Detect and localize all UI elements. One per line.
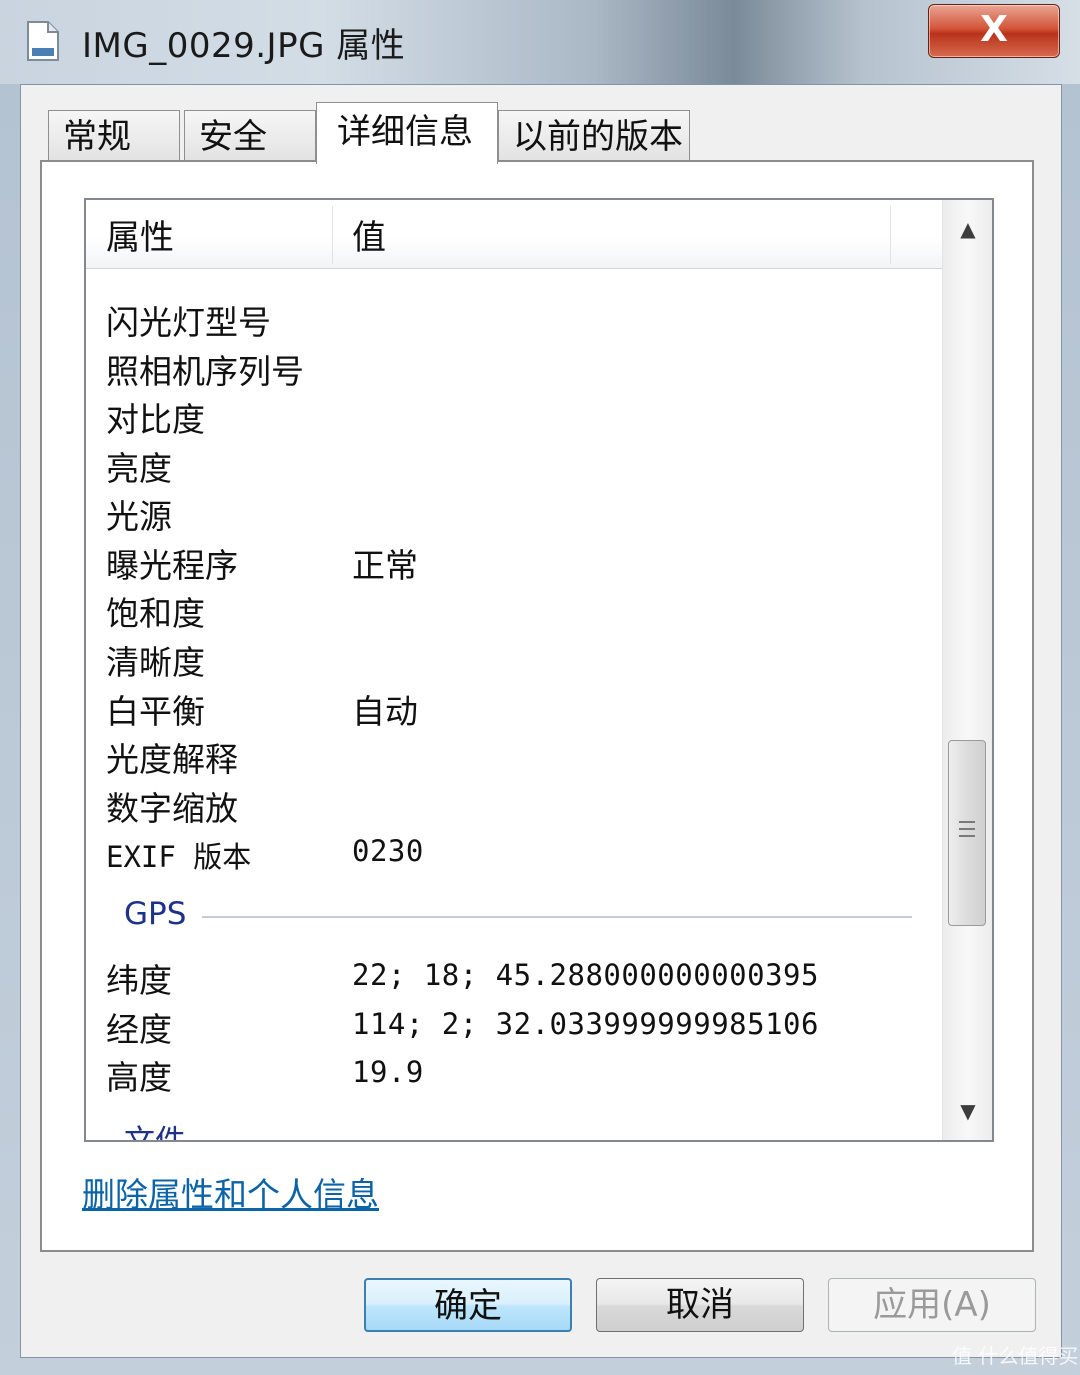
list-item[interactable]: 白平衡 自动 <box>86 685 942 731</box>
property-name: 白平衡 <box>106 692 205 731</box>
property-name: 闪光灯型号 <box>106 303 271 342</box>
properties-list[interactable]: 闪光灯制造商 闪光灯型号 照相机序列号 对比度 亮度 光源 <box>84 198 994 1142</box>
property-name: 数字缩放 <box>106 789 238 828</box>
properties-window: IMG_0029.JPG 属性 X 常规 安全 详细信息 以前的版本 闪光灯制造… <box>0 0 1080 1375</box>
group-divider <box>202 916 912 918</box>
property-name: EXIF 版本 <box>106 840 252 874</box>
property-name: 高度 <box>106 1058 172 1097</box>
grip-line <box>959 835 975 837</box>
list-item[interactable]: EXIF 版本 0230 <box>86 830 942 876</box>
watermark: 值 什么值得买 <box>952 1344 1079 1368</box>
list-item[interactable]: 饱和度 <box>86 587 942 633</box>
group-header-gps[interactable]: GPS <box>124 896 186 932</box>
list-item[interactable]: 光源 <box>86 490 942 536</box>
image-file-icon <box>27 21 59 61</box>
scroll-up-arrow-icon[interactable]: ▲ <box>943 204 992 254</box>
property-name: 亮度 <box>106 449 172 488</box>
remove-properties-link[interactable]: 删除属性和个人信息 <box>82 1168 379 1216</box>
property-name: 饱和度 <box>106 594 205 633</box>
property-value: 19.9 <box>352 1055 424 1089</box>
property-value: 0230 <box>352 834 424 868</box>
property-name: 对比度 <box>106 400 205 439</box>
property-name: 清晰度 <box>106 643 205 682</box>
property-name: 照相机序列号 <box>106 352 304 391</box>
apply-button[interactable]: 应用(A) <box>828 1278 1036 1332</box>
column-header-value[interactable]: 值 <box>332 200 890 268</box>
scroll-down-arrow-icon[interactable]: ▼ <box>943 1086 992 1136</box>
property-value: 114; 2; 32.033999999985106 <box>352 1007 819 1041</box>
column-divider[interactable] <box>890 206 891 264</box>
grip-line <box>959 828 975 830</box>
scrollbar-thumb[interactable] <box>948 740 986 926</box>
list-item[interactable]: 对比度 <box>86 393 942 439</box>
property-name: 经度 <box>106 1010 172 1049</box>
list-item[interactable]: 光度解释 <box>86 733 942 779</box>
list-item[interactable]: 经度 114; 2; 32.033999999985106 <box>86 1003 942 1049</box>
close-button[interactable]: X <box>928 4 1060 58</box>
property-name: 纬度 <box>106 961 172 1000</box>
grip-line <box>959 821 975 823</box>
list-item[interactable]: 曝光程序 正常 <box>86 539 942 585</box>
list-item[interactable]: 亮度 <box>86 442 942 488</box>
list-item[interactable]: 清晰度 <box>86 636 942 682</box>
property-name: 光度解释 <box>106 740 238 779</box>
list-item[interactable]: 闪光灯型号 <box>86 296 942 342</box>
property-name: 曝光程序 <box>106 546 238 585</box>
list-item[interactable]: 照相机序列号 <box>86 345 942 391</box>
column-header-property[interactable]: 属性 <box>86 200 332 268</box>
tab-general[interactable]: 常规 <box>48 110 180 162</box>
tab-details[interactable]: 详细信息 <box>316 102 498 164</box>
title-bar[interactable]: IMG_0029.JPG 属性 X <box>0 0 1080 84</box>
vertical-scrollbar[interactable]: ▲ ▼ <box>942 200 992 1140</box>
property-value: 正常 <box>352 546 418 585</box>
list-item[interactable]: 纬度 22; 18; 45.288000000000395 <box>86 954 942 1000</box>
property-name: 光源 <box>106 497 172 536</box>
property-value: 22; 18; 45.288000000000395 <box>352 958 819 992</box>
tab-security[interactable]: 安全 <box>184 110 316 162</box>
ok-button[interactable]: 确定 <box>364 1278 572 1332</box>
property-value: 自动 <box>352 692 418 731</box>
tab-previous-versions[interactable]: 以前的版本 <box>498 110 690 162</box>
list-rows: 闪光灯制造商 闪光灯型号 照相机序列号 对比度 亮度 光源 <box>86 200 942 1140</box>
group-header-file[interactable]: 文件 <box>124 1116 186 1140</box>
list-item[interactable]: 高度 19.9 <box>86 1051 942 1097</box>
cancel-button[interactable]: 取消 <box>596 1278 804 1332</box>
window-title: IMG_0029.JPG 属性 <box>82 26 406 66</box>
list-header: 属性 值 <box>86 200 942 269</box>
list-item[interactable]: 数字缩放 <box>86 782 942 828</box>
